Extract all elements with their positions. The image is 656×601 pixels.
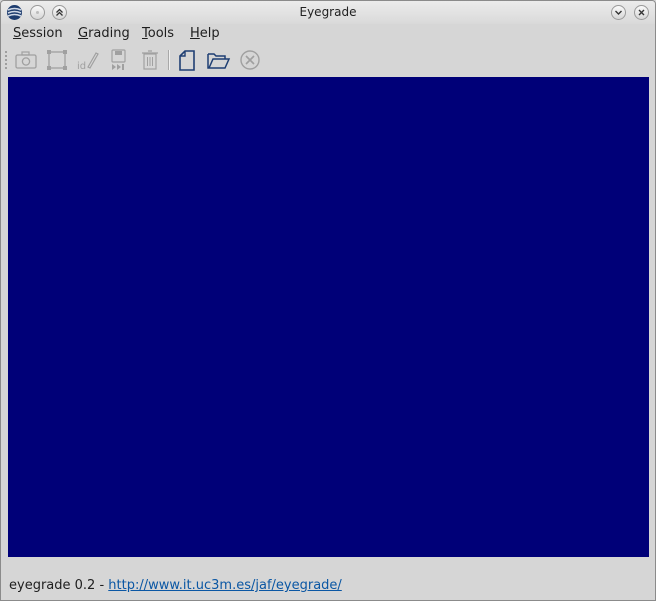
toolbar-separator [168, 50, 169, 70]
menu-grading-label: rading [88, 26, 130, 41]
menu-help-label: elp [199, 26, 220, 41]
open-session-icon [207, 53, 231, 69]
new-session-button[interactable] [174, 48, 200, 72]
save-next-button[interactable] [106, 48, 132, 72]
project-url-link[interactable]: http://www.it.uc3m.es/jaf/eyegrade/ [108, 578, 342, 593]
close-icon [638, 9, 645, 16]
menu-session-label: ession [21, 26, 63, 41]
menu-help[interactable]: Help [189, 26, 221, 41]
status-version-text: eyegrade 0.2 - [9, 578, 109, 593]
chevron-down-icon [615, 10, 622, 15]
save-next-icon [111, 49, 126, 70]
discard-icon [142, 50, 158, 70]
snapshot-button[interactable] [13, 48, 39, 72]
window-title: Eyegrade [299, 5, 357, 19]
edit-id-icon: id [77, 52, 99, 71]
menu-grading[interactable]: Grading [77, 26, 131, 41]
menu-grading-mnemonic: G [78, 26, 89, 41]
id-glyph: id [77, 61, 86, 71]
camera-viewport[interactable] [8, 77, 649, 557]
menu-session[interactable]: Session [12, 26, 64, 41]
title-bar[interactable]: Eyegrade [1, 1, 655, 24]
close-circle-icon [240, 50, 260, 70]
edit-id-button[interactable]: id [75, 48, 101, 72]
menu-help-mnemonic: H [190, 26, 200, 41]
camera-icon [15, 51, 37, 69]
open-session-button[interactable] [205, 48, 231, 72]
new-session-icon [179, 50, 195, 71]
close-session-button[interactable] [237, 48, 263, 72]
toolbar-grip[interactable] [4, 50, 9, 70]
toolbar: id [1, 46, 655, 74]
menu-bar: Session Grading Tools Help [1, 24, 655, 46]
manual-detect-button[interactable] [44, 48, 70, 72]
frame-icon [47, 50, 67, 70]
app-window: Eyegrade Session Grading Tools Help id e… [0, 0, 656, 601]
status-bar: eyegrade 0.2 - http://www.it.uc3m.es/jaf… [9, 578, 342, 593]
minimize-button[interactable] [611, 5, 626, 20]
discard-button[interactable] [137, 48, 163, 72]
menu-tools[interactable]: Tools [141, 26, 175, 41]
menu-tools-label: ools [147, 26, 175, 41]
close-window-button[interactable] [634, 5, 649, 20]
